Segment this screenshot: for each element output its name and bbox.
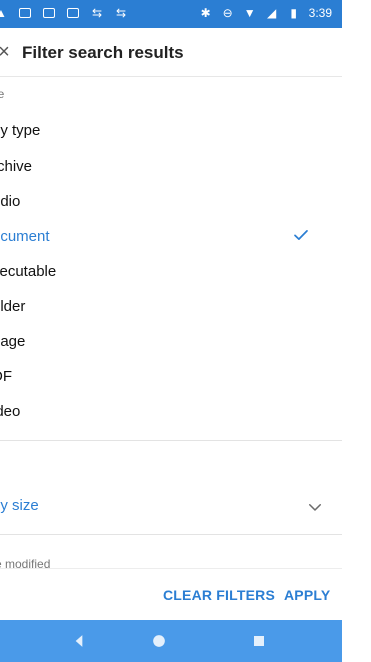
- recent-apps-icon[interactable]: [249, 631, 269, 651]
- type-option-audio[interactable]: udio: [0, 190, 324, 214]
- apply-button[interactable]: APPLY: [284, 587, 330, 603]
- type-option-label: older: [0, 298, 26, 315]
- type-option-label: ny type: [0, 122, 41, 139]
- check-icon: [294, 230, 308, 240]
- bottom-actions: CLEAR FILTERS APPLY: [0, 568, 342, 621]
- back-icon[interactable]: [69, 631, 89, 651]
- sync-icon: ⇆: [91, 6, 103, 20]
- type-section-label: ype: [0, 87, 5, 101]
- type-option-video[interactable]: ideo: [0, 400, 324, 424]
- type-option-label: xecutable: [0, 263, 57, 280]
- picture-icon: [66, 6, 80, 20]
- divider: [0, 440, 342, 441]
- chevron-down-icon[interactable]: [306, 498, 324, 516]
- status-time: 3:39: [308, 6, 332, 20]
- wifi-icon: ▼: [243, 6, 256, 20]
- divider: [0, 534, 342, 535]
- type-option-document[interactable]: ocument: [0, 225, 324, 249]
- notification-icon: ▲: [0, 6, 7, 20]
- type-option-label: rchive: [0, 158, 33, 175]
- app-header: × Filter search results: [0, 28, 342, 77]
- clear-filters-button[interactable]: CLEAR FILTERS: [163, 587, 275, 603]
- type-option-image[interactable]: nage: [0, 330, 324, 354]
- outer-background: [342, 0, 371, 662]
- status-right-icons: ✱ ⊖ ▼ ◢ ▮ 3:39: [199, 6, 332, 20]
- home-icon[interactable]: [149, 631, 169, 651]
- type-option-label: DF: [0, 368, 12, 385]
- page-title: Filter search results: [22, 43, 184, 62]
- do-not-disturb-icon: ⊖: [222, 6, 233, 20]
- type-option-pdf[interactable]: DF: [0, 365, 324, 389]
- type-option-label: ocument: [0, 228, 50, 245]
- type-option-any-type[interactable]: ny type: [0, 119, 324, 143]
- type-option-label: ideo: [0, 403, 21, 420]
- bluetooth-icon: ✱: [200, 6, 211, 20]
- type-option-archive[interactable]: rchive: [0, 155, 324, 179]
- signal-icon: ◢: [267, 6, 277, 20]
- sync-icon-2: ⇆: [115, 6, 127, 20]
- battery-icon: ▮: [290, 6, 297, 20]
- status-left-icons: ▲ ⇆ ⇆: [0, 6, 128, 20]
- size-select-value[interactable]: ny size: [0, 497, 39, 514]
- navigation-bar: [0, 620, 342, 662]
- status-bar: ▲ ⇆ ⇆ ✱ ⊖ ▼ ◢ ▮ 3:39: [0, 0, 342, 28]
- contact-card-icon: [18, 6, 32, 20]
- type-option-label: udio: [0, 193, 21, 210]
- filter-search-results-screen: ▲ ⇆ ⇆ ✱ ⊖ ▼ ◢ ▮ 3:39 × Filter search res…: [0, 0, 342, 662]
- image-icon: [42, 6, 56, 20]
- type-option-folder[interactable]: older: [0, 295, 324, 319]
- type-option-executable[interactable]: xecutable: [0, 260, 324, 284]
- close-icon[interactable]: ×: [0, 40, 16, 64]
- type-option-label: nage: [0, 333, 26, 350]
